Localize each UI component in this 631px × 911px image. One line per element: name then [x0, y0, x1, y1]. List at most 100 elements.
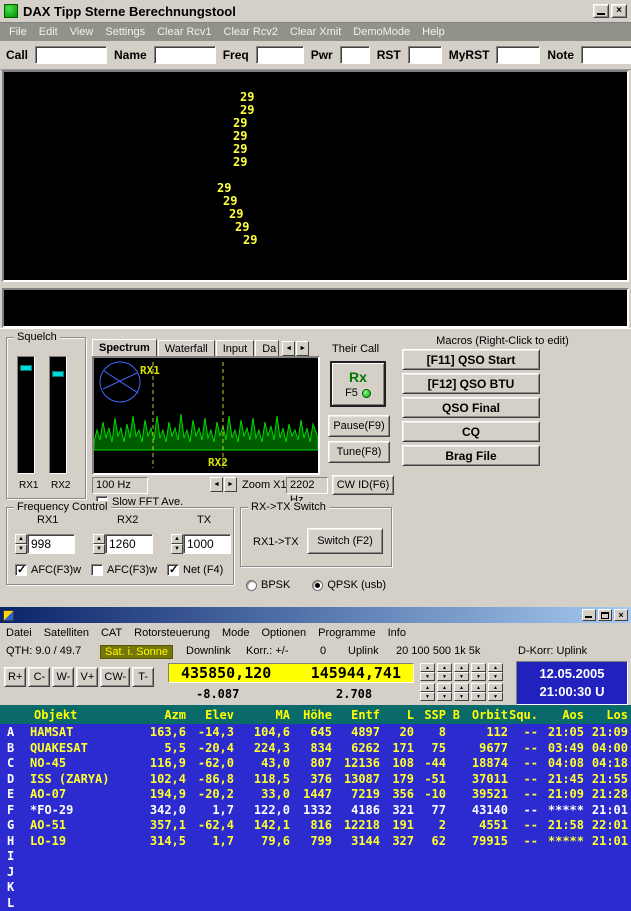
down-arrow-icon[interactable]: ▼ [420, 692, 435, 701]
up-arrow-icon[interactable]: ▲ [471, 663, 486, 672]
right-arrow-icon[interactable]: ► [224, 477, 237, 492]
menu-item[interactable]: File [4, 25, 32, 39]
up-arrow-icon[interactable]: ▲ [93, 534, 105, 544]
menu-item[interactable]: Settings [100, 25, 150, 39]
qpsk-radio[interactable]: QPSK (usb) [312, 579, 386, 591]
name-input[interactable] [154, 46, 216, 64]
menu-item[interactable]: Clear Rcv1 [152, 25, 216, 39]
up-arrow-icon[interactable]: ▲ [454, 683, 469, 692]
myrst-input[interactable] [496, 46, 540, 64]
minimize-button[interactable] [582, 609, 596, 621]
cw-id-button[interactable]: CW ID(F6) [332, 475, 394, 495]
up-arrow-icon[interactable]: ▲ [420, 663, 435, 672]
tab-data[interactable]: Da [255, 340, 279, 356]
window2-titlebar[interactable]: × [0, 607, 631, 623]
window1-titlebar[interactable]: DAX Tipp Sterne Berechnungstool × [0, 0, 631, 23]
menu-item[interactable]: Datei [6, 627, 32, 639]
left-arrow-icon[interactable]: ◄ [210, 477, 223, 492]
tx-frequency-input[interactable] [183, 534, 231, 554]
squelch-slider-rx1[interactable] [17, 356, 35, 474]
menu-item[interactable]: Programme [318, 627, 375, 639]
close-button[interactable]: × [614, 609, 628, 621]
switch-button[interactable]: Switch (F2) [307, 528, 383, 554]
up-arrow-icon[interactable]: ▲ [171, 534, 183, 544]
menu-item[interactable]: Edit [34, 25, 63, 39]
function-key-button[interactable]: T- [132, 667, 154, 687]
spectrum-display[interactable]: RX1 RX2 [92, 356, 320, 475]
note-input[interactable] [581, 46, 631, 64]
down-arrow-icon[interactable]: ▼ [437, 672, 452, 681]
up-arrow-icon[interactable]: ▲ [15, 534, 27, 544]
rst-input[interactable] [408, 46, 442, 64]
slider-thumb[interactable] [52, 371, 64, 377]
table-row-empty[interactable]: K [0, 880, 631, 896]
squelch-slider-rx2[interactable] [49, 356, 67, 474]
down-arrow-icon[interactable]: ▼ [420, 672, 435, 681]
table-row[interactable]: E AO-07 194,9 -20,2 33,0 1447 7219 356 -… [0, 787, 631, 803]
pause-button[interactable]: Pause(F9) [328, 415, 390, 437]
table-row-empty[interactable]: L [0, 896, 631, 911]
menu-item[interactable]: Clear Rcv2 [219, 25, 283, 39]
function-key-button[interactable]: R+ [4, 667, 26, 687]
macro-button[interactable]: [F12] QSO BTU [402, 373, 540, 394]
close-button[interactable]: × [611, 4, 627, 18]
right-arrow-icon[interactable]: ► [296, 341, 309, 356]
menu-item[interactable]: Info [388, 627, 406, 639]
macro-button[interactable]: Brag File [402, 445, 540, 466]
down-arrow-icon[interactable]: ▼ [454, 692, 469, 701]
down-arrow-icon[interactable]: ▼ [488, 692, 503, 701]
transmit-text-area[interactable] [2, 288, 629, 328]
table-row[interactable]: A HAMSAT 163,6 -14,3 104,6 645 4897 20 8… [0, 725, 631, 741]
maximize-button[interactable] [598, 609, 612, 621]
table-row[interactable]: D ISS (ZARYA) 102,4 -86,8 118,5 376 1308… [0, 772, 631, 788]
tune-button[interactable]: Tune(F8) [328, 441, 390, 463]
table-row[interactable]: C NO-45 116,9 -62,0 43,0 807 12136 108 -… [0, 756, 631, 772]
down-arrow-icon[interactable]: ▼ [488, 672, 503, 681]
menu-item[interactable]: View [65, 25, 99, 39]
menu-item[interactable]: Mode [222, 627, 250, 639]
macro-button[interactable]: CQ [402, 421, 540, 442]
function-key-button[interactable]: W- [52, 667, 74, 687]
down-arrow-icon[interactable]: ▼ [93, 544, 105, 554]
slider-thumb[interactable] [20, 365, 32, 371]
minimize-button[interactable] [593, 4, 609, 18]
function-key-button[interactable]: C- [28, 667, 50, 687]
menu-item[interactable]: DemoMode [348, 25, 415, 39]
table-row[interactable]: F *FO-29 342,0 1,7 122,0 1332 4186 321 7… [0, 803, 631, 819]
macro-button[interactable]: QSO Final [402, 397, 540, 418]
afc-rx2-checkbox[interactable]: AFC(F3)w [91, 564, 157, 576]
table-row[interactable]: G AO-51 357,1 -62,4 142,1 816 12218 191 … [0, 818, 631, 834]
up-arrow-icon[interactable]: ▲ [420, 683, 435, 692]
menu-item[interactable]: Help [417, 25, 450, 39]
down-arrow-icon[interactable]: ▼ [454, 672, 469, 681]
menu-item[interactable]: Clear Xmit [285, 25, 346, 39]
menu-item[interactable]: Optionen [262, 627, 307, 639]
down-arrow-icon[interactable]: ▼ [471, 672, 486, 681]
up-arrow-icon[interactable]: ▲ [488, 683, 503, 692]
afc-rx1-checkbox[interactable]: AFC(F3)w [15, 564, 81, 576]
macro-button[interactable]: [F11] QSO Start [402, 349, 540, 370]
function-key-button[interactable]: CW- [100, 667, 130, 687]
up-arrow-icon[interactable]: ▲ [471, 683, 486, 692]
up-arrow-icon[interactable]: ▲ [437, 683, 452, 692]
pwr-input[interactable] [340, 46, 370, 64]
tab-input[interactable]: Input [216, 340, 254, 356]
down-arrow-icon[interactable]: ▼ [15, 544, 27, 554]
rx-button[interactable]: Rx F5 [330, 361, 386, 407]
up-arrow-icon[interactable]: ▲ [454, 663, 469, 672]
menu-item[interactable]: CAT [101, 627, 122, 639]
down-arrow-icon[interactable]: ▼ [471, 692, 486, 701]
bpsk-radio[interactable]: BPSK [246, 579, 290, 591]
up-arrow-icon[interactable]: ▲ [437, 663, 452, 672]
table-row[interactable]: B QUAKESAT 5,5 -20,4 224,3 834 6262 171 … [0, 741, 631, 757]
down-arrow-icon[interactable]: ▼ [437, 692, 452, 701]
up-arrow-icon[interactable]: ▲ [488, 663, 503, 672]
left-arrow-icon[interactable]: ◄ [282, 341, 295, 356]
function-key-button[interactable]: V+ [76, 667, 98, 687]
down-arrow-icon[interactable]: ▼ [171, 544, 183, 554]
menu-item[interactable]: Satelliten [44, 627, 89, 639]
freq-input[interactable] [256, 46, 304, 64]
table-row-empty[interactable]: J [0, 865, 631, 881]
net-checkbox[interactable]: Net (F4) [167, 564, 223, 576]
rx2-frequency-input[interactable] [105, 534, 153, 554]
